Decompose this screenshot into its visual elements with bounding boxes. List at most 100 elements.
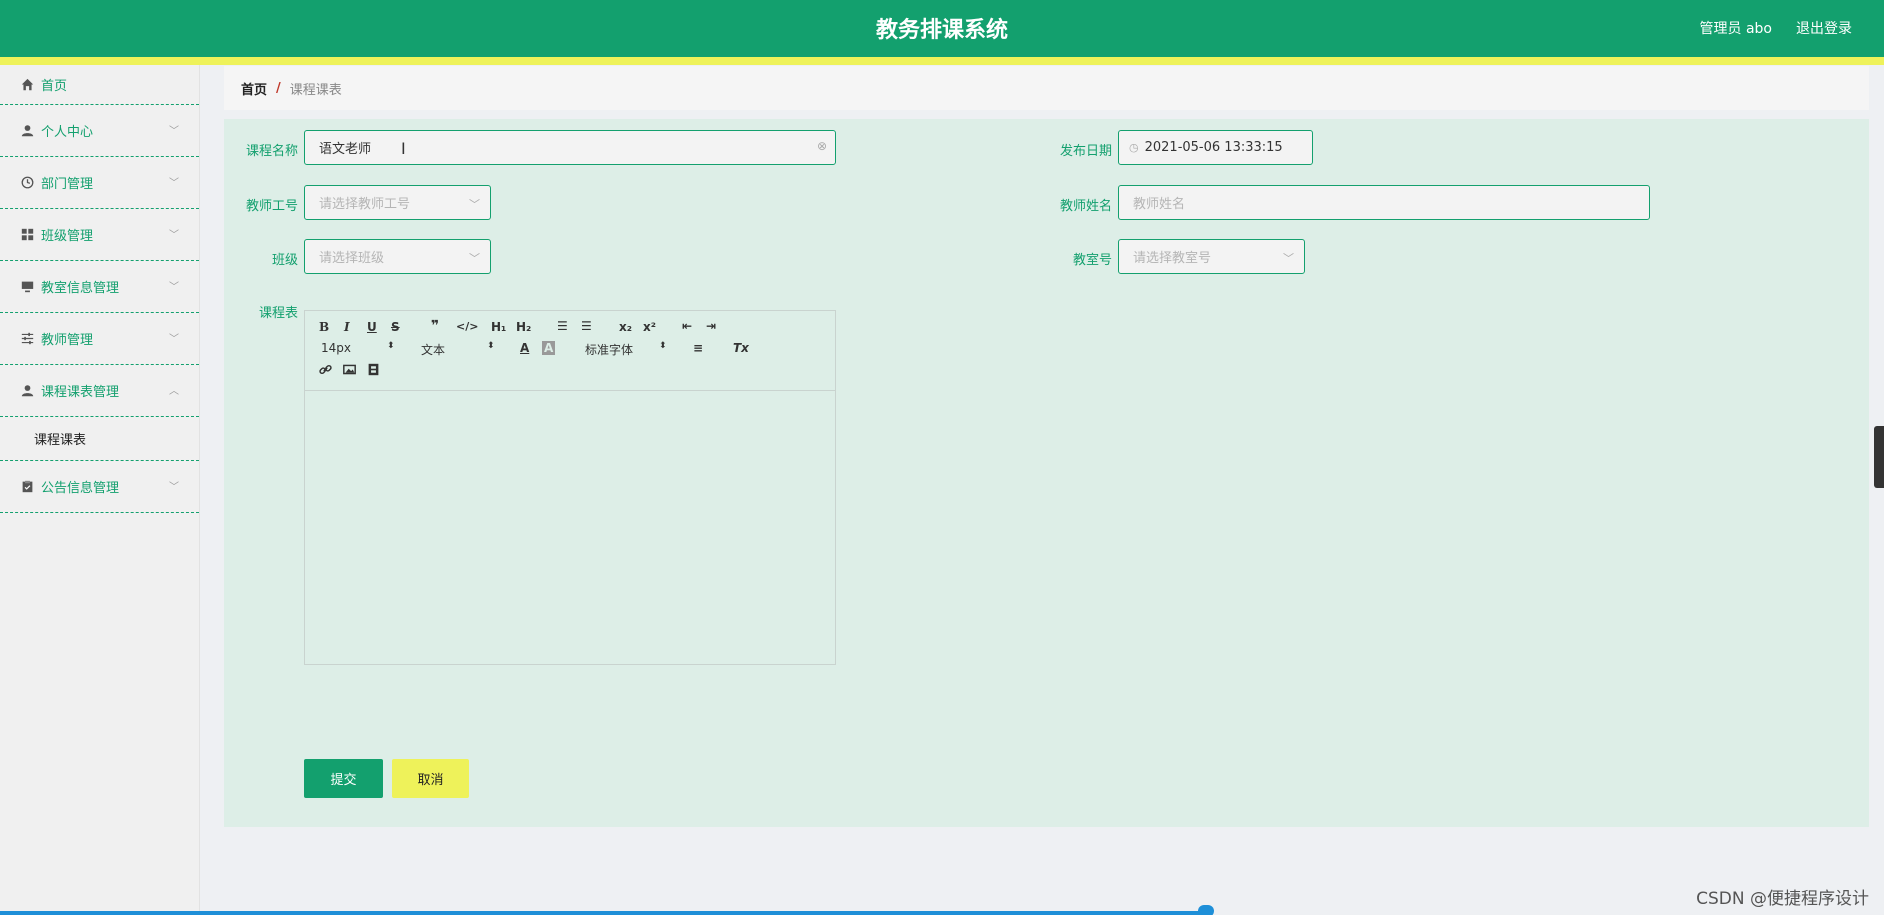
sidebar-item-class[interactable]: 班级管理 ﹀ xyxy=(0,209,199,261)
outdent-icon[interactable]: ⇤ xyxy=(682,319,692,333)
ordered-list-icon[interactable]: ☰ xyxy=(557,319,568,333)
clear-format-icon[interactable]: Tx xyxy=(733,341,749,355)
header-stripe xyxy=(0,57,1884,65)
teacher-name-placeholder: 教师姓名 xyxy=(1133,197,1186,212)
font-size-arrows-icon: ⬍ xyxy=(387,341,395,351)
sidebar-item-label: 首页 xyxy=(41,79,68,94)
course-name-value: 语文老师 xyxy=(319,142,372,157)
watermark: CSDN @便捷程序设计 xyxy=(1696,889,1869,909)
editor-toolbar: B I U S ❞ </> H₁ H₂ ☰ ☰ x₂ x² ⇤ ⇥ 14px ⬍… xyxy=(305,311,835,391)
align-icon[interactable]: ≡ xyxy=(693,341,703,355)
cancel-button[interactable]: 取消 xyxy=(392,759,469,798)
teacher-id-select[interactable]: 请选择教师工号 ﹀ xyxy=(304,185,491,220)
sidebar-item-label: 教室信息管理 xyxy=(41,281,120,296)
italic-icon[interactable]: I xyxy=(344,320,350,334)
video-icon[interactable] xyxy=(367,363,380,379)
strike-icon[interactable]: S xyxy=(391,320,400,334)
clock-icon xyxy=(20,176,34,190)
right-scroll-handle[interactable] xyxy=(1874,426,1884,488)
chevron-up-icon: ︿ xyxy=(169,385,179,397)
teacher-id-placeholder: 请选择教师工号 xyxy=(319,197,411,212)
grid-icon xyxy=(20,228,34,242)
sidebar-item-label: 部门管理 xyxy=(41,177,94,192)
sidebar-subitem-course-schedule[interactable]: 课程课表 xyxy=(0,417,199,461)
code-block-icon[interactable]: </> xyxy=(456,320,478,333)
indent-icon[interactable]: ⇥ xyxy=(706,319,716,333)
breadcrumb-home[interactable]: 首页 xyxy=(241,79,267,98)
chevron-down-icon: ﹀ xyxy=(1283,252,1294,265)
sidebar: 首页 个人中心 ﹀ 部门管理 ﹀ 班级管理 ﹀ 教室信息管理 ﹀ 教师管理 ﹀ xyxy=(0,65,200,915)
font-family-arrows-icon: ⬍ xyxy=(659,341,667,351)
sidebar-item-personal[interactable]: 个人中心 ﹀ xyxy=(0,105,199,157)
sidebar-item-label: 教师管理 xyxy=(41,333,94,348)
superscript-icon[interactable]: x² xyxy=(643,320,656,334)
link-icon[interactable] xyxy=(319,363,332,379)
header-select[interactable]: 文本 xyxy=(421,341,445,358)
bottom-progress-bar xyxy=(0,911,1210,915)
bottom-progress-knob[interactable] xyxy=(1198,905,1214,915)
sidebar-item-label: 公告信息管理 xyxy=(41,481,120,496)
submit-button[interactable]: 提交 xyxy=(304,759,383,798)
sidebar-item-course-schedule[interactable]: 课程课表管理 ︿ xyxy=(0,365,199,417)
chevron-down-icon: ﹀ xyxy=(469,198,480,211)
sidebar-item-classroom[interactable]: 教室信息管理 ﹀ xyxy=(0,261,199,313)
sidebar-item-label: 课程课表管理 xyxy=(41,385,120,400)
logout-link[interactable]: 退出登录 xyxy=(1796,18,1852,38)
breadcrumb-separator: / xyxy=(276,80,281,96)
sidebar-item-home[interactable]: 首页 xyxy=(0,65,199,105)
sidebar-item-label: 个人中心 xyxy=(41,125,94,140)
top-header: 教务排课系统 管理员 abo 退出登录 xyxy=(0,0,1884,57)
sidebar-item-department[interactable]: 部门管理 ﹀ xyxy=(0,157,199,209)
publish-date-label: 发布日期 xyxy=(1059,144,1112,159)
sliders-icon xyxy=(20,332,34,346)
person-icon xyxy=(20,124,34,138)
header2-icon[interactable]: H₂ xyxy=(516,320,531,334)
bullet-list-icon[interactable]: ☰ xyxy=(581,319,592,333)
chevron-down-icon: ﹀ xyxy=(169,125,179,137)
current-user: 管理员 abo xyxy=(1699,21,1772,37)
publish-date-input[interactable]: ◷ 2021-05-06 13:33:15 xyxy=(1118,130,1313,165)
rich-text-editor: B I U S ❞ </> H₁ H₂ ☰ ☰ x₂ x² ⇤ ⇥ 14px ⬍… xyxy=(304,310,836,665)
publish-date-value: 2021-05-06 13:33:15 xyxy=(1144,140,1283,155)
editor-content[interactable] xyxy=(305,391,835,665)
breadcrumb-current: 课程课表 xyxy=(289,82,342,98)
chevron-down-icon: ﹀ xyxy=(169,333,179,345)
font-size-select[interactable]: 14px xyxy=(321,341,351,355)
clear-icon[interactable]: ⊗ xyxy=(817,139,827,153)
teacher-name-input[interactable]: 教师姓名 xyxy=(1118,185,1650,220)
chevron-down-icon: ﹀ xyxy=(169,481,179,493)
classroom-label: 教室号 xyxy=(1072,253,1112,268)
course-name-input[interactable]: 语文老师 ⊗ xyxy=(304,130,836,165)
underline-icon[interactable]: U xyxy=(367,320,377,334)
monitor-icon xyxy=(20,280,34,294)
blockquote-icon[interactable]: ❞ xyxy=(431,318,439,334)
chevron-down-icon: ﹀ xyxy=(169,281,179,293)
sidebar-item-label: 班级管理 xyxy=(41,229,94,244)
classroom-select[interactable]: 请选择教室号 ﹀ xyxy=(1118,239,1305,274)
clock-icon: ◷ xyxy=(1129,141,1139,154)
text-cursor-icon: Ⅰ xyxy=(401,139,406,158)
header1-icon[interactable]: H₁ xyxy=(491,320,506,334)
sidebar-item-teacher[interactable]: 教师管理 ﹀ xyxy=(0,313,199,365)
sidebar-item-notice[interactable]: 公告信息管理 ﹀ xyxy=(0,461,199,513)
image-icon[interactable] xyxy=(343,363,356,379)
header-arrows-icon: ⬍ xyxy=(487,341,495,351)
background-color-icon[interactable]: A xyxy=(542,341,556,355)
class-label: 班级 xyxy=(271,253,298,268)
chevron-down-icon: ﹀ xyxy=(169,177,179,189)
form-panel: 课程名称 语文老师 ⊗ 发布日期 ◷ 2021-05-06 13:33:15 教… xyxy=(224,119,1869,827)
teacher-name-label: 教师姓名 xyxy=(1059,199,1112,214)
text-color-icon[interactable]: A xyxy=(520,341,529,355)
breadcrumb: 首页 / 课程课表 xyxy=(224,66,1869,110)
clipboard-icon xyxy=(20,480,34,494)
font-family-select[interactable]: 标准字体 xyxy=(585,341,633,358)
subscript-icon[interactable]: x₂ xyxy=(619,320,632,334)
chevron-down-icon: ﹀ xyxy=(169,229,179,241)
bold-icon[interactable]: B xyxy=(319,320,329,334)
chevron-down-icon: ﹀ xyxy=(469,252,480,265)
app-title: 教务排课系统 xyxy=(875,18,1008,43)
person-icon xyxy=(20,384,34,398)
home-icon xyxy=(20,78,34,92)
teacher-id-label: 教师工号 xyxy=(245,199,298,214)
class-select[interactable]: 请选择班级 ﹀ xyxy=(304,239,491,274)
